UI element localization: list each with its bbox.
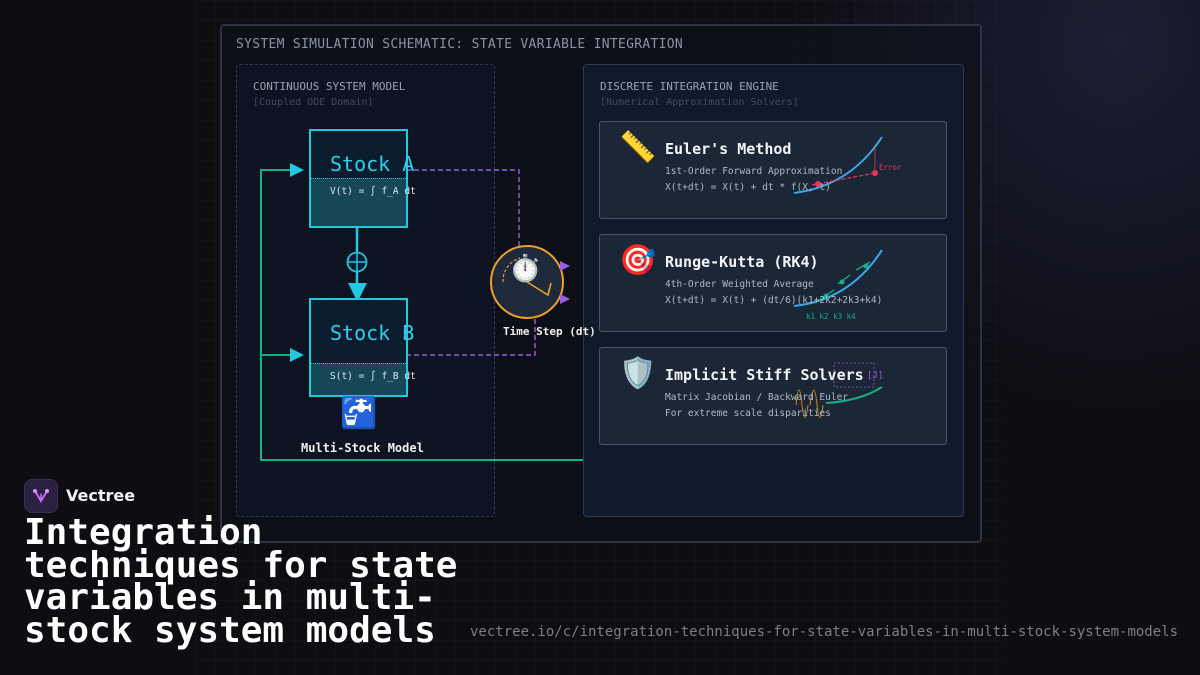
implicit-title: Implicit Stiff Solvers [665,366,864,384]
euler-formula: X(t+dt) = X(t) + dt * f(X, t) [665,182,831,193]
euler-title: Euler's Method [665,140,792,158]
implicit-desc: Matrix Jacobian / Backward Euler [665,392,849,403]
rk4-slopes-label: k1 k2 k3 k4 [806,312,856,321]
rk4-formula: X(t+dt) = X(t) + (dt/6)(k1+2k2+2k3+k4) [665,295,883,306]
shield-icon: 🛡️ [619,356,657,391]
stock-a-name: Stock A [330,152,415,176]
euler-desc: 1st-Order Forward Approximation [665,166,843,177]
stock-a-box [309,129,408,228]
ruler-icon: 📏 [619,130,657,165]
dashed-link-a [406,169,520,247]
page-headline: Integration techniques for state variabl… [24,512,458,651]
model-label: Multi-Stock Model [301,441,424,455]
page-url[interactable]: vectree.io/c/integration-techniques-for-… [470,624,1178,640]
stock-b-name: Stock B [330,321,415,345]
arrow-into-stock-a [290,163,304,177]
rk4-desc: 4th-Order Weighted Average [665,279,814,290]
timestep-label: Time Step (dt) [503,325,596,338]
implicit-note: For extreme scale disparities [665,408,831,419]
stock-b-box [309,298,408,397]
brand-name: Vectree [66,486,136,505]
arrow-into-stock-b [290,348,304,362]
euler-error-label: Error [879,163,902,172]
rk4-title: Runge-Kutta (RK4) [665,253,819,271]
jacobian-label: [J] [867,371,884,381]
stopwatch-icon: ⏱️ [509,254,542,284]
faucet-icon: 🚰 [340,396,378,431]
target-icon: 🎯 [619,243,657,278]
vectree-logo-icon [24,479,58,513]
stock-b-equation: S(t) = ∫ f_B dt [330,371,416,382]
stock-a-equation: V(t) = ∫ f_A dt [330,186,416,197]
